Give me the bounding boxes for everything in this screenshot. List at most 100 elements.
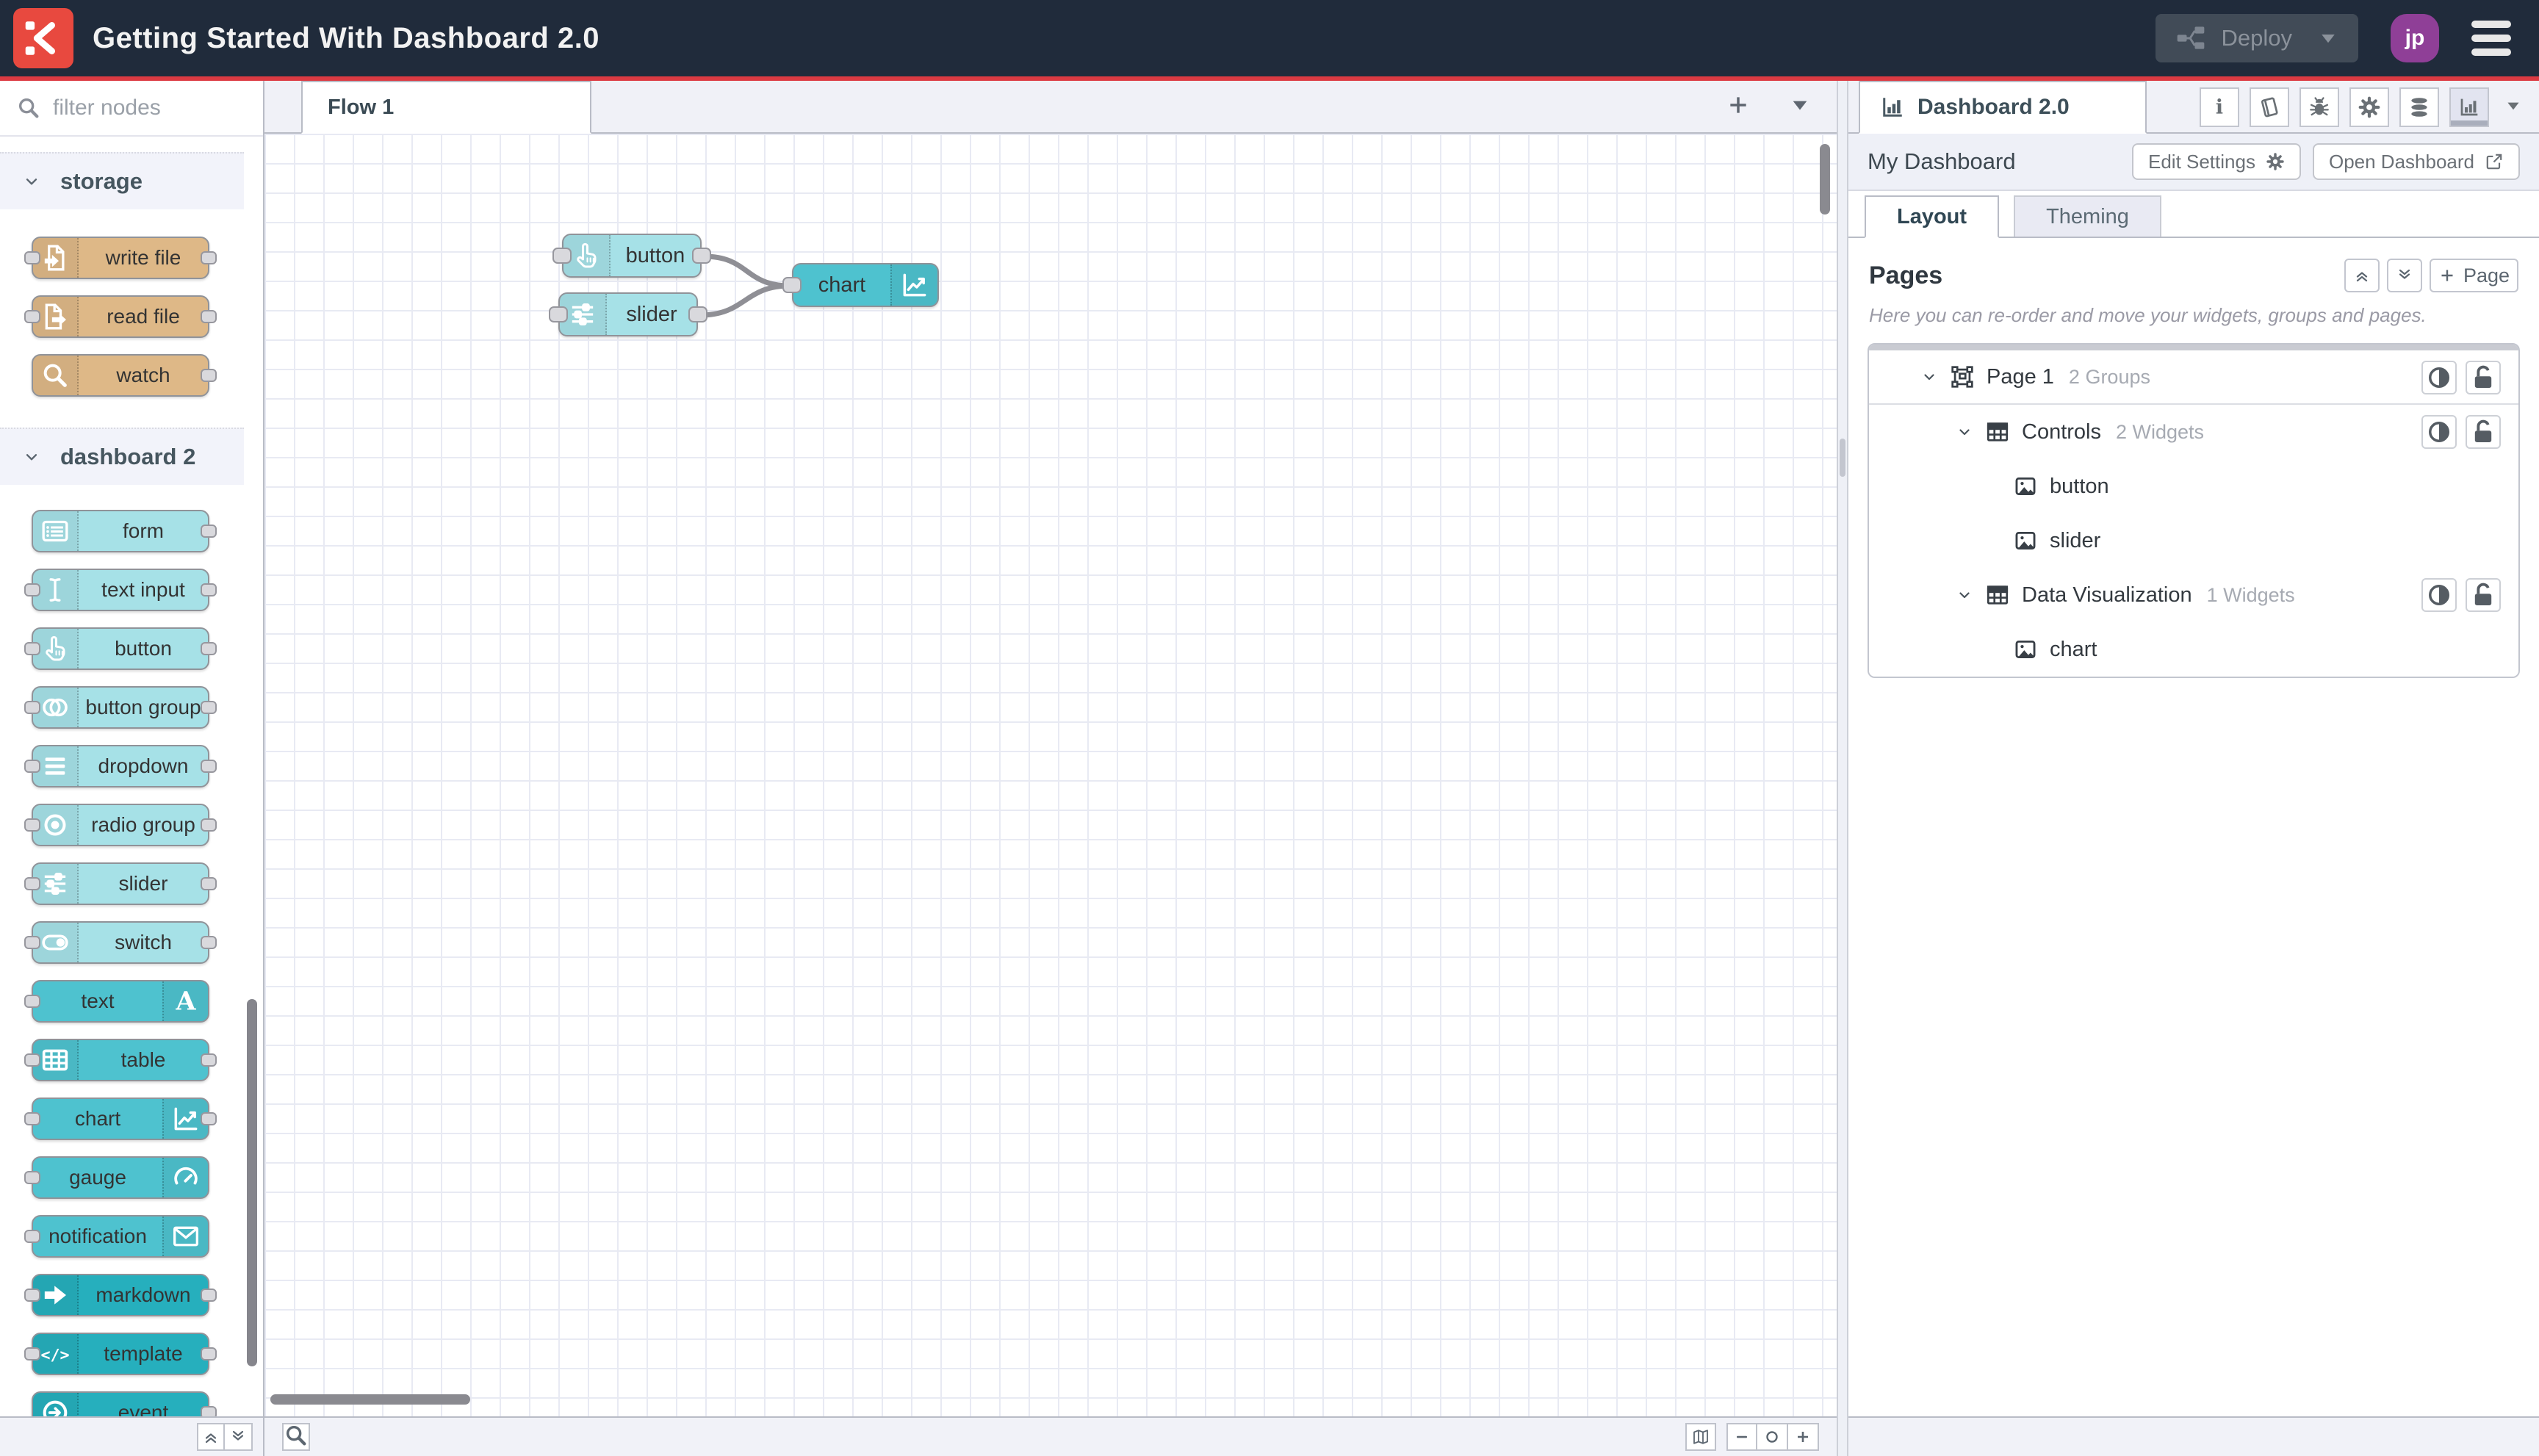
- palette-node-event[interactable]: event: [32, 1391, 217, 1416]
- tab-flow-1[interactable]: Flow 1: [301, 81, 591, 134]
- node-input-port: [24, 760, 40, 773]
- tree-row-label: chart: [2050, 637, 2097, 661]
- filter-nodes-input[interactable]: [53, 95, 247, 120]
- tree-row-page-1[interactable]: Page 1 2 Groups: [1869, 350, 2518, 405]
- node-input-port[interactable]: [552, 248, 572, 264]
- zoom-reset-icon[interactable]: [1757, 1423, 1788, 1451]
- expand-all-icon[interactable]: [225, 1423, 253, 1451]
- layout-tree: Page 1 2 Groups Controls 2 Widgets button sli…: [1868, 343, 2520, 678]
- flow-node-chart[interactable]: chart: [782, 263, 939, 307]
- palette-node-write-file[interactable]: write file: [24, 237, 217, 279]
- palette-scrollbar[interactable]: [247, 999, 257, 1366]
- canvas-horizontal-scrollbar[interactable]: [270, 1394, 470, 1405]
- hamburger-icon[interactable]: [2471, 21, 2511, 56]
- tab-dashboard-2[interactable]: Dashboard 2.0: [1859, 81, 2147, 134]
- image-icon: [2013, 637, 2038, 662]
- node-input-port: [24, 642, 40, 655]
- palette-node-button-group[interactable]: button group: [24, 686, 217, 729]
- wire: [701, 253, 793, 289]
- tab-layout[interactable]: Layout: [1865, 195, 2000, 238]
- palette-node-watch[interactable]: watch: [32, 354, 217, 397]
- flow-node-button[interactable]: button: [552, 234, 711, 278]
- gauge-icon: [162, 1158, 208, 1197]
- sidebar-tool-info[interactable]: i: [2200, 87, 2239, 127]
- chevron-down-icon: [22, 172, 41, 191]
- palette-node-markdown[interactable]: markdown: [24, 1274, 217, 1316]
- flow-node-slider[interactable]: slider: [549, 292, 707, 336]
- barchart-icon: [1879, 94, 1906, 120]
- node-label: markdown: [96, 1283, 191, 1306]
- add-page-button[interactable]: Page: [2429, 259, 2518, 292]
- eye-icon[interactable]: [2421, 361, 2457, 394]
- unlock-icon[interactable]: [2466, 578, 2501, 612]
- flow-list-icon[interactable]: [1788, 93, 1812, 120]
- navigator-icon[interactable]: [1685, 1423, 1716, 1451]
- palette-node-text-input[interactable]: text input: [24, 569, 217, 611]
- node-label: event: [118, 1401, 169, 1416]
- node-output-port: [201, 760, 217, 773]
- palette-category-storage[interactable]: storage: [0, 152, 244, 209]
- tab-theming[interactable]: Theming: [2014, 195, 2161, 237]
- move-page-down-button[interactable]: [2386, 259, 2422, 292]
- chevron-down-icon[interactable]: [1920, 368, 1938, 386]
- resizer-handle[interactable]: [1840, 439, 1845, 477]
- tree-row-controls[interactable]: Controls 2 Widgets: [1869, 405, 2518, 459]
- database-icon: [2407, 95, 2431, 119]
- palette-node-template[interactable]: </> template: [24, 1333, 217, 1375]
- move-page-up-button[interactable]: [2344, 259, 2380, 292]
- node-output-port[interactable]: [688, 306, 707, 322]
- palette-node-table[interactable]: table: [24, 1039, 217, 1081]
- avatar[interactable]: jp: [2391, 14, 2439, 62]
- zoom-in-icon[interactable]: [1788, 1423, 1819, 1451]
- canvas-vertical-scrollbar[interactable]: [1820, 144, 1830, 215]
- sidebar-resizer[interactable]: [1837, 81, 1848, 1456]
- sidebar-tabs-caret-icon[interactable]: [2504, 96, 2523, 119]
- edit-settings-button[interactable]: Edit Settings: [2131, 143, 2301, 180]
- flow-tab-label: Flow 1: [328, 95, 395, 119]
- tree-row-chart[interactable]: chart: [1869, 622, 2518, 677]
- node-input-port[interactable]: [782, 277, 802, 293]
- sidebar-tool-dashboard[interactable]: [2449, 87, 2489, 127]
- node-input-port: [24, 1347, 40, 1361]
- eye-icon[interactable]: [2421, 578, 2457, 612]
- palette-node-read-file[interactable]: read file: [24, 295, 217, 338]
- tree-row-slider[interactable]: slider: [1869, 513, 2518, 568]
- image-icon: [2013, 474, 2038, 499]
- unlock-icon[interactable]: [2466, 361, 2501, 394]
- sidebar-tool-help[interactable]: [2250, 87, 2289, 127]
- node-input-port[interactable]: [549, 306, 568, 322]
- bug-icon: [2308, 95, 2331, 119]
- sidebar-tool-debug[interactable]: [2299, 87, 2339, 127]
- palette-node-radio-group[interactable]: radio group: [24, 804, 217, 846]
- node-label: text input: [101, 578, 185, 601]
- tree-row-data-visualization[interactable]: Data Visualization 1 Widgets: [1869, 568, 2518, 622]
- palette-node-gauge[interactable]: gauge: [24, 1156, 209, 1199]
- tree-row-button[interactable]: button: [1869, 459, 2518, 513]
- palette-node-button[interactable]: button: [24, 627, 217, 670]
- chevron-down-icon[interactable]: [1956, 423, 1973, 441]
- palette-node-chart[interactable]: chart: [24, 1098, 217, 1140]
- eye-icon[interactable]: [2421, 415, 2457, 449]
- deploy-button[interactable]: Deploy: [2155, 14, 2358, 62]
- deploy-caret-icon[interactable]: [2317, 27, 2339, 49]
- palette-node-dropdown[interactable]: dropdown: [24, 745, 217, 788]
- search-icon[interactable]: [282, 1423, 310, 1451]
- unlock-icon[interactable]: [2466, 415, 2501, 449]
- sidebar-tool-context-data[interactable]: [2399, 87, 2439, 127]
- node-output-port[interactable]: [692, 248, 711, 264]
- palette-node-slider[interactable]: slider: [24, 862, 217, 905]
- open-dashboard-button[interactable]: Open Dashboard: [2312, 143, 2520, 180]
- palette-node-notification[interactable]: notification: [24, 1215, 209, 1258]
- book-icon: [2258, 95, 2281, 119]
- sidebar-tool-config-nodes[interactable]: [2349, 87, 2389, 127]
- chevron-down-icon[interactable]: [1956, 586, 1973, 604]
- flow-canvas[interactable]: button slider chart: [264, 134, 1837, 1416]
- barchart-icon: [2457, 95, 2481, 119]
- palette-category-dashboard-2[interactable]: dashboard 2: [0, 428, 244, 485]
- zoom-out-icon[interactable]: [1726, 1423, 1757, 1451]
- palette-node-switch[interactable]: switch: [24, 921, 217, 964]
- palette-node-text[interactable]: text A: [24, 980, 209, 1023]
- add-flow-icon[interactable]: [1726, 93, 1750, 120]
- collapse-all-icon[interactable]: [197, 1423, 225, 1451]
- palette-node-form[interactable]: form: [32, 510, 217, 552]
